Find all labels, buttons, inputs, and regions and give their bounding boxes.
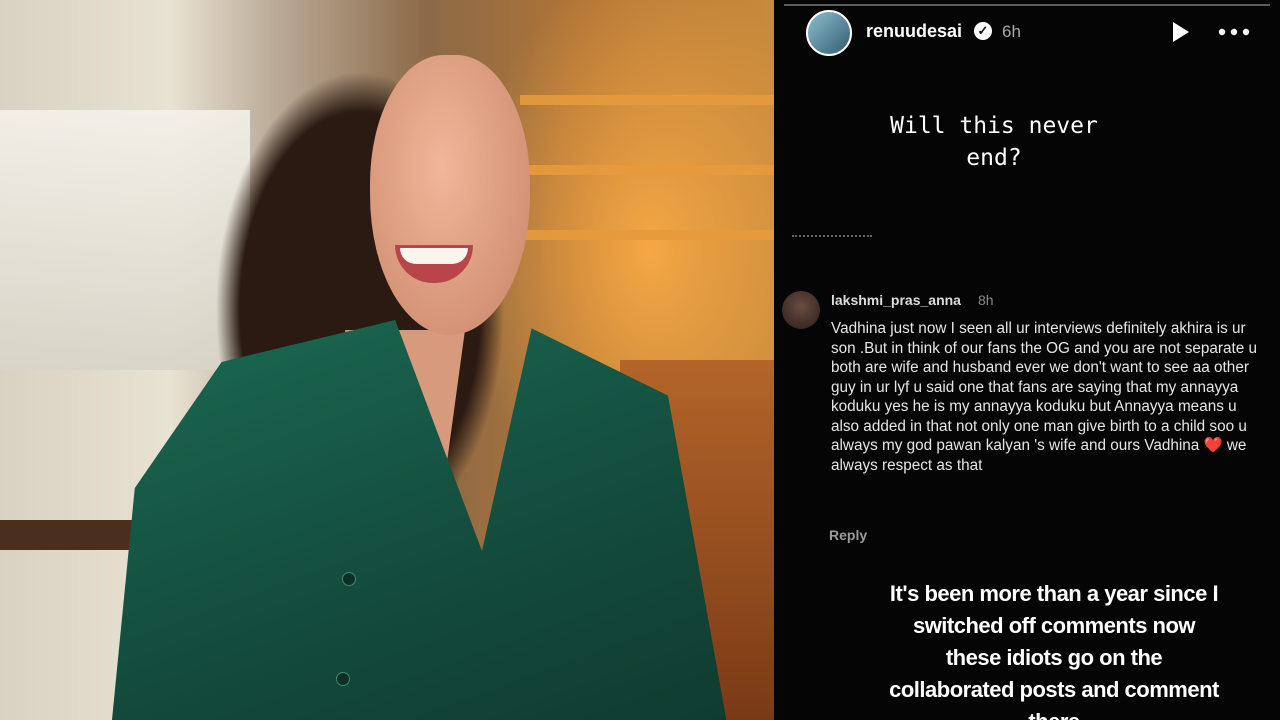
cropped-text-fragment bbox=[792, 235, 872, 243]
comment-text: Vadhina just now I seen all ur interview… bbox=[831, 320, 1258, 454]
shirt-button bbox=[342, 572, 356, 586]
story-question-text: Will this never end? bbox=[890, 113, 1098, 171]
story-time-ago: 6h bbox=[1002, 22, 1021, 41]
avatar[interactable] bbox=[806, 10, 852, 56]
heart-icon: ❤️ bbox=[1203, 437, 1223, 454]
play-icon[interactable] bbox=[1168, 20, 1192, 44]
person-face bbox=[370, 55, 530, 335]
comment-body: Vadhina just now I seen all ur interview… bbox=[831, 319, 1261, 475]
comment-avatar bbox=[782, 291, 820, 329]
comment-time-ago: 8h bbox=[978, 292, 994, 308]
verified-badge-icon: ✓ bbox=[974, 22, 992, 40]
background-table bbox=[0, 520, 150, 550]
story-username[interactable]: renuudesai bbox=[866, 21, 962, 42]
comment-username: lakshmi_pras_anna bbox=[831, 292, 961, 308]
story-photo bbox=[0, 0, 774, 720]
person-teeth bbox=[400, 248, 468, 264]
story-progress-bar bbox=[784, 4, 1270, 6]
shirt-button bbox=[336, 672, 350, 686]
story-panel: renuudesai ✓ 6h Will this never end? lak… bbox=[774, 0, 1280, 720]
story-caption: It's been more than a year since I switc… bbox=[889, 581, 1219, 720]
more-options-icon[interactable] bbox=[1214, 20, 1254, 44]
reply-link: Reply bbox=[829, 527, 868, 543]
story-header: renuudesai ✓ 6h bbox=[806, 10, 1260, 56]
